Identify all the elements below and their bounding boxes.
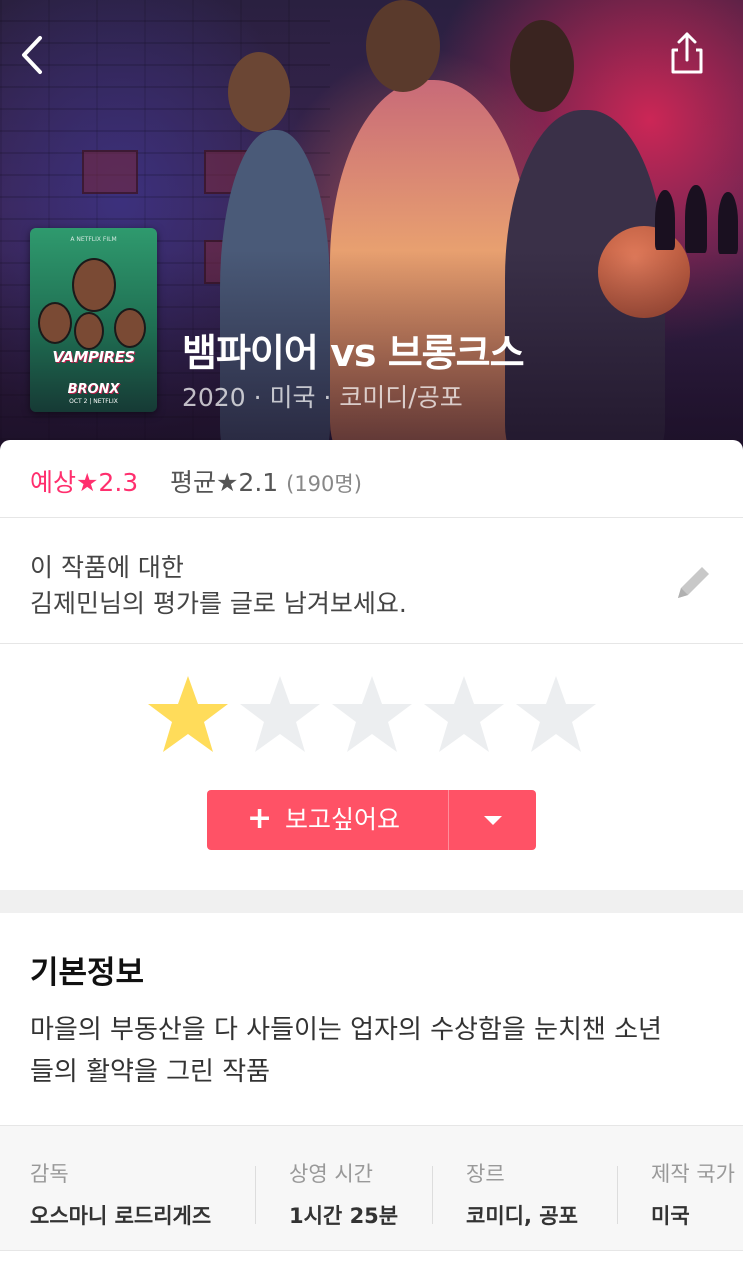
hero-silhouette — [718, 192, 738, 254]
share-icon — [671, 32, 703, 74]
field-value: 1시간 25분 — [289, 1204, 399, 1228]
user-rating-stars[interactable] — [146, 672, 606, 756]
star-icon[interactable] — [146, 672, 230, 756]
field-label: 상영 시간 — [289, 1162, 373, 1186]
description-line1: 마을의 부동산을 다 사들이는 업자의 수상함을 눈치챈 소년 — [30, 1015, 662, 1045]
hero-figure-head — [510, 20, 574, 112]
section-title: 기본정보 — [30, 955, 145, 991]
info-fields: 감독 오스마니 로드리게즈 상영 시간 1시간 25분 장르 코미디, 공포 제… — [0, 1125, 743, 1251]
comment-prompt-line1: 이 작품에 대한 — [30, 553, 184, 582]
ratings-row: 예상★2.3 평균★2.1 (190명) — [0, 440, 743, 518]
movie-poster: A NETFLIX FILM VAMPIRES BRONX OCT 2 | NE… — [30, 228, 157, 412]
want-to-watch-dropdown[interactable] — [449, 790, 536, 850]
field-value: 코미디, 공포 — [466, 1204, 578, 1228]
hero-silhouette — [655, 190, 675, 250]
field-label: 감독 — [30, 1162, 69, 1186]
back-button[interactable] — [14, 30, 54, 80]
field-separator — [432, 1166, 433, 1224]
hero-banner: A NETFLIX FILM VAMPIRES BRONX OCT 2 | NE… — [0, 0, 743, 460]
hero-silhouette — [685, 185, 707, 253]
rating-count: (190명) — [286, 472, 362, 496]
field-separator — [617, 1166, 618, 1224]
want-to-watch-button: + 보고싶어요 — [207, 790, 536, 850]
hero-figure-head — [366, 0, 440, 92]
star-icon[interactable] — [330, 672, 414, 756]
star-icon[interactable] — [238, 672, 322, 756]
field-value: 미국 — [651, 1204, 690, 1228]
pencil-icon[interactable] — [672, 560, 716, 604]
movie-meta: 2020 · 미국 · 코미디/공포 — [182, 383, 463, 412]
field-label: 장르 — [466, 1162, 505, 1186]
hero-window — [82, 150, 138, 194]
field-value: 오스마니 로드리게즈 — [30, 1204, 212, 1228]
poster-face — [74, 312, 104, 350]
star-icon[interactable] — [514, 672, 598, 756]
star-icon[interactable] — [422, 672, 506, 756]
plus-icon: + — [247, 801, 273, 836]
hero-figure-head — [228, 52, 290, 132]
want-to-watch-main[interactable]: + 보고싶어요 — [207, 790, 448, 850]
description-line2: 들의 활약을 그린 작품 — [30, 1057, 271, 1087]
want-to-watch-label: 보고싶어요 — [285, 805, 401, 834]
poster-date: OCT 2 | NETFLIX — [69, 398, 118, 405]
poster-title-line2: BRONX — [67, 382, 120, 397]
predicted-rating: 예상★2.3 — [30, 468, 139, 497]
poster-face — [114, 308, 146, 348]
comment-prompt[interactable]: 이 작품에 대한 김제민님의 평가를 글로 남겨보세요. — [0, 518, 743, 644]
back-arrow-icon — [22, 36, 42, 74]
poster-top-text: A NETFLIX FILM — [70, 236, 117, 243]
share-button[interactable] — [664, 30, 710, 76]
average-rating: 평균★2.1 (190명) — [170, 463, 362, 499]
poster-face — [38, 302, 72, 344]
poster-face — [72, 258, 116, 312]
comment-prompt-line2: 김제민님의 평가를 글로 남겨보세요. — [30, 589, 407, 618]
average-rating-value: 평균★2.1 — [170, 468, 279, 497]
poster-title-line1: VAMPIRES — [52, 348, 135, 366]
rating-card: 예상★2.3 평균★2.1 (190명) 이 작품에 대한 김제민님의 평가를 … — [0, 440, 743, 890]
basic-info-section: 기본정보 마을의 부동산을 다 사들이는 업자의 수상함을 눈치챈 소년 들의 … — [0, 913, 743, 1263]
field-separator — [255, 1166, 256, 1224]
dropdown-arrow-icon — [484, 816, 502, 825]
field-label: 제작 국가 — [651, 1162, 735, 1186]
movie-title: 뱀파이어 vs 브롱크스 — [182, 331, 525, 375]
